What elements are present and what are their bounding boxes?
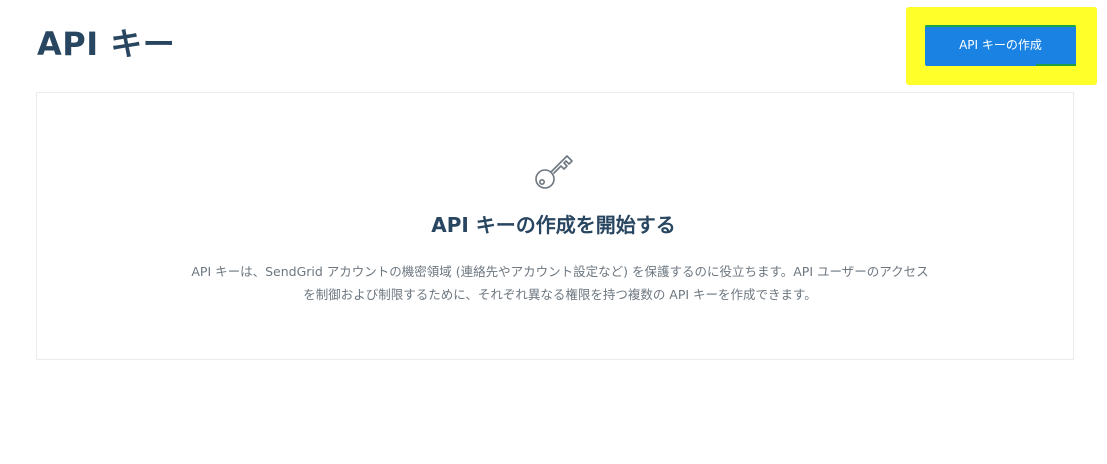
api-keys-page: API キー API キーの作成 API キーの作成を開始する API キーは、… xyxy=(0,0,1107,464)
empty-state-description: API キーは、SendGrid アカウントの機密領域 (連絡先やアカウント設定… xyxy=(191,264,929,302)
create-api-key-button[interactable]: API キーの作成 xyxy=(925,25,1076,66)
empty-state-title: API キーの作成を開始する xyxy=(431,213,676,237)
key-icon xyxy=(535,155,573,189)
page-title: API キー xyxy=(37,25,176,63)
